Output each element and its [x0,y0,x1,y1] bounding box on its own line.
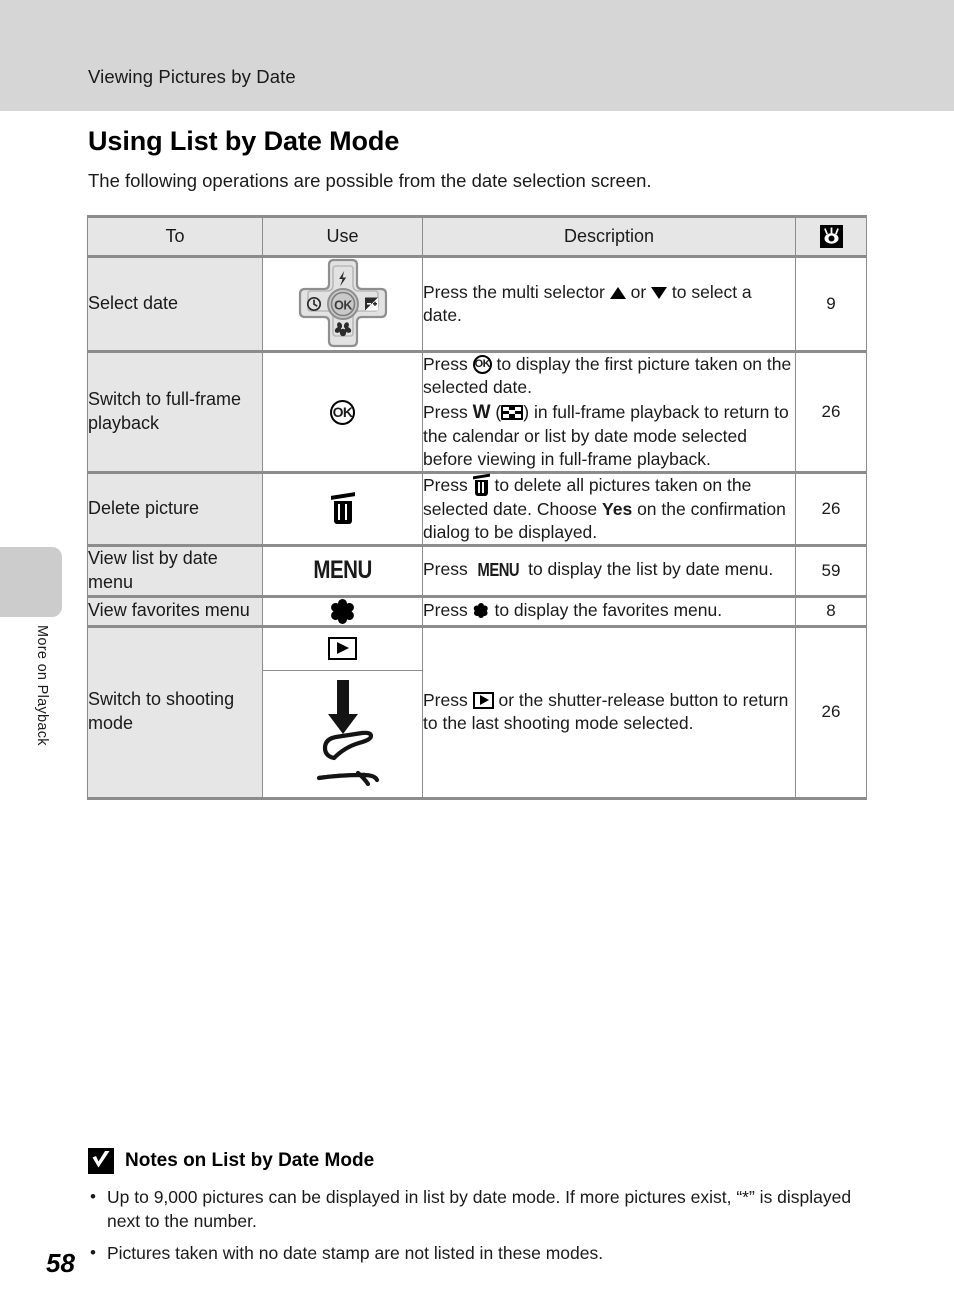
row-page-ref: 9 [795,255,867,352]
row-use-menu-button: MENU [262,544,423,597]
desc-text-pre: Press [423,475,473,496]
desc-text-post: to display the list by date menu. [523,559,774,580]
column-header-reference [795,216,867,257]
row-use-shutter-release [262,669,423,799]
column-header-to: To [87,216,263,257]
table-row: View favorites menu Press to display the… [87,594,867,627]
desc-text-pre: Press [423,689,473,710]
row-description-shooting-mode: Press or the shutter-release button to r… [422,624,796,799]
row-use-full-frame: OK [262,349,423,474]
menu-button-icon: MENU [477,560,519,581]
row-label-list-by-date-menu: View list by date menu [87,544,263,597]
row-description-list-by-date-menu: Press MENU to display the list by date m… [422,544,796,597]
playback-button-icon [472,691,494,709]
desc-l2-open: ( [490,401,502,422]
favorites-asterisk-icon [329,598,356,625]
column-header-use: Use [262,216,423,257]
table-row: Switch to shooting mode Press or the shu… [87,624,867,799]
operations-table-wrapper: To Use Description Select date OK Press … [87,215,867,800]
desc-text-pre: Press the multi selector [423,281,610,302]
notes-block: Notes on List by Date Mode Up to 9,000 p… [88,1148,878,1273]
section-tab-label: More on Playback [34,625,50,746]
row-use-favorites [262,594,423,627]
page-title: Using List by Date Mode [88,126,400,156]
row-label-shooting-mode: Switch to shooting mode [87,624,263,799]
table-header-row: To Use Description [87,216,867,257]
row-label-select-date: Select date [87,255,263,352]
row-page-ref: 26 [795,471,867,547]
menu-button-icon: MENU [313,556,372,585]
notes-title-row: Notes on List by Date Mode [88,1148,878,1174]
svg-text:OK: OK [334,299,352,313]
desc-text-mid: or [625,281,652,302]
triangle-up-icon [609,286,626,299]
desc-text-pre: Press [423,559,473,580]
row-description-full-frame: Press OK to display the first picture ta… [422,349,796,474]
favorites-asterisk-icon [473,602,490,619]
running-header-band [0,0,954,111]
triangle-down-icon [651,286,668,299]
playback-button-icon [328,637,357,661]
row-use-select-date: OK [262,255,423,352]
running-header-title: Viewing Pictures by Date [88,66,296,87]
ok-button-icon: OK [472,355,492,374]
thumbnail-view-icon [501,404,524,420]
note-check-icon [88,1148,114,1174]
row-page-ref: 26 [795,349,867,474]
row-description-favorites-menu: Press to display the favorites menu. [422,594,796,627]
list-item: Up to 9,000 pictures can be displayed in… [88,1185,878,1234]
column-header-description: Description [422,216,796,257]
multi-selector-icon: OK [298,258,387,348]
desc-text-bold-yes: Yes [602,498,633,519]
row-page-ref: 59 [795,544,867,597]
row-use-playback-button [262,624,423,671]
row-use-delete-picture [262,471,423,547]
ok-button-icon: OK [330,399,355,425]
shutter-release-finger-icon [316,679,379,786]
row-page-ref: 26 [795,624,867,799]
page-number: 58 [46,1248,75,1278]
section-tab-block [0,547,62,617]
notes-title-text: Notes on List by Date Mode [125,1150,375,1171]
table-row: Select date OK Press the multi selector … [87,255,867,352]
trash-icon [330,492,355,525]
desc-text-post: to display the favorites menu. [489,600,723,621]
intro-paragraph: The following operations are possible fr… [88,170,652,191]
document-page: Viewing Pictures by Date More on Playbac… [0,0,954,1314]
row-label-delete-picture: Delete picture [87,471,263,547]
desc-l2-pre: Press [423,401,473,422]
table-row: View list by date menu MENU Press MENU t… [87,544,867,597]
row-description-delete-picture: Press to delete all pictures taken on th… [422,471,796,547]
desc-text-pre: Press [423,600,473,621]
wide-zoom-letter: W [472,401,491,423]
row-description-select-date: Press the multi selector or to select a … [422,255,796,352]
eye-reference-icon [819,225,843,248]
row-label-favorites-menu: View favorites menu [87,594,263,627]
row-label-full-frame: Switch to full-frame playback [87,349,263,474]
table-row: Delete picture Press to delete all pictu… [87,471,867,547]
table-row: Switch to full-frame playback OK Press O… [87,349,867,474]
list-item: Pictures taken with no date stamp are no… [88,1241,878,1266]
row-page-ref: 8 [795,594,867,627]
trash-icon [472,473,490,497]
desc-l1-pre: Press [423,354,473,374]
operations-table: To Use Description Select date OK Press … [87,215,867,800]
